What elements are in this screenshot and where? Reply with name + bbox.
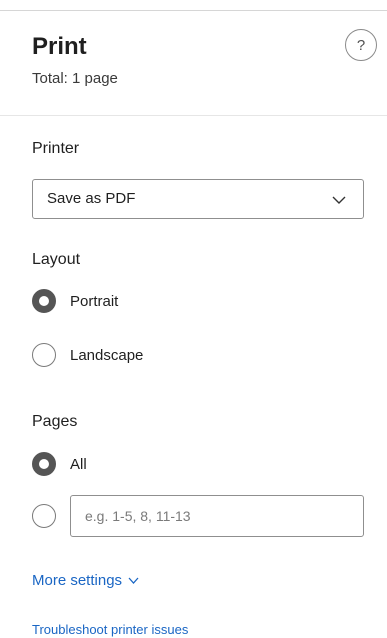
chevron-down-icon bbox=[128, 577, 139, 584]
radio-portrait[interactable]: Portrait bbox=[32, 289, 118, 313]
header-divider bbox=[0, 115, 387, 116]
printer-select-value: Save as PDF bbox=[47, 190, 136, 207]
radio-landscape[interactable]: Landscape bbox=[32, 343, 143, 367]
printer-label: Printer bbox=[32, 140, 80, 157]
radio-custom-pages[interactable] bbox=[32, 504, 56, 528]
pages-label: Pages bbox=[32, 413, 78, 430]
help-button[interactable]: ? bbox=[345, 29, 377, 61]
radio-button-unchecked bbox=[32, 343, 56, 367]
printer-select[interactable]: Save as PDF bbox=[32, 179, 364, 219]
troubleshoot-link[interactable]: Troubleshoot printer issues bbox=[32, 623, 188, 636]
print-header: Print Total: 1 page ? bbox=[0, 11, 387, 115]
radio-button-unchecked bbox=[32, 504, 56, 528]
page-title: Print bbox=[32, 33, 87, 60]
radio-landscape-label: Landscape bbox=[70, 346, 144, 364]
chevron-down-icon bbox=[332, 196, 346, 204]
more-settings-label: More settings bbox=[32, 572, 123, 589]
page-count-text: Total: 1 page bbox=[32, 70, 118, 87]
more-settings-link[interactable]: More settings bbox=[32, 573, 139, 588]
custom-pages-input[interactable] bbox=[70, 495, 364, 537]
help-icon: ? bbox=[356, 36, 366, 54]
radio-button-checked bbox=[32, 289, 56, 313]
radio-portrait-label: Portrait bbox=[70, 292, 119, 310]
radio-button-checked bbox=[32, 452, 56, 476]
radio-all-pages[interactable]: All bbox=[32, 452, 87, 476]
radio-all-pages-label: All bbox=[70, 455, 87, 473]
layout-label: Layout bbox=[32, 251, 81, 268]
